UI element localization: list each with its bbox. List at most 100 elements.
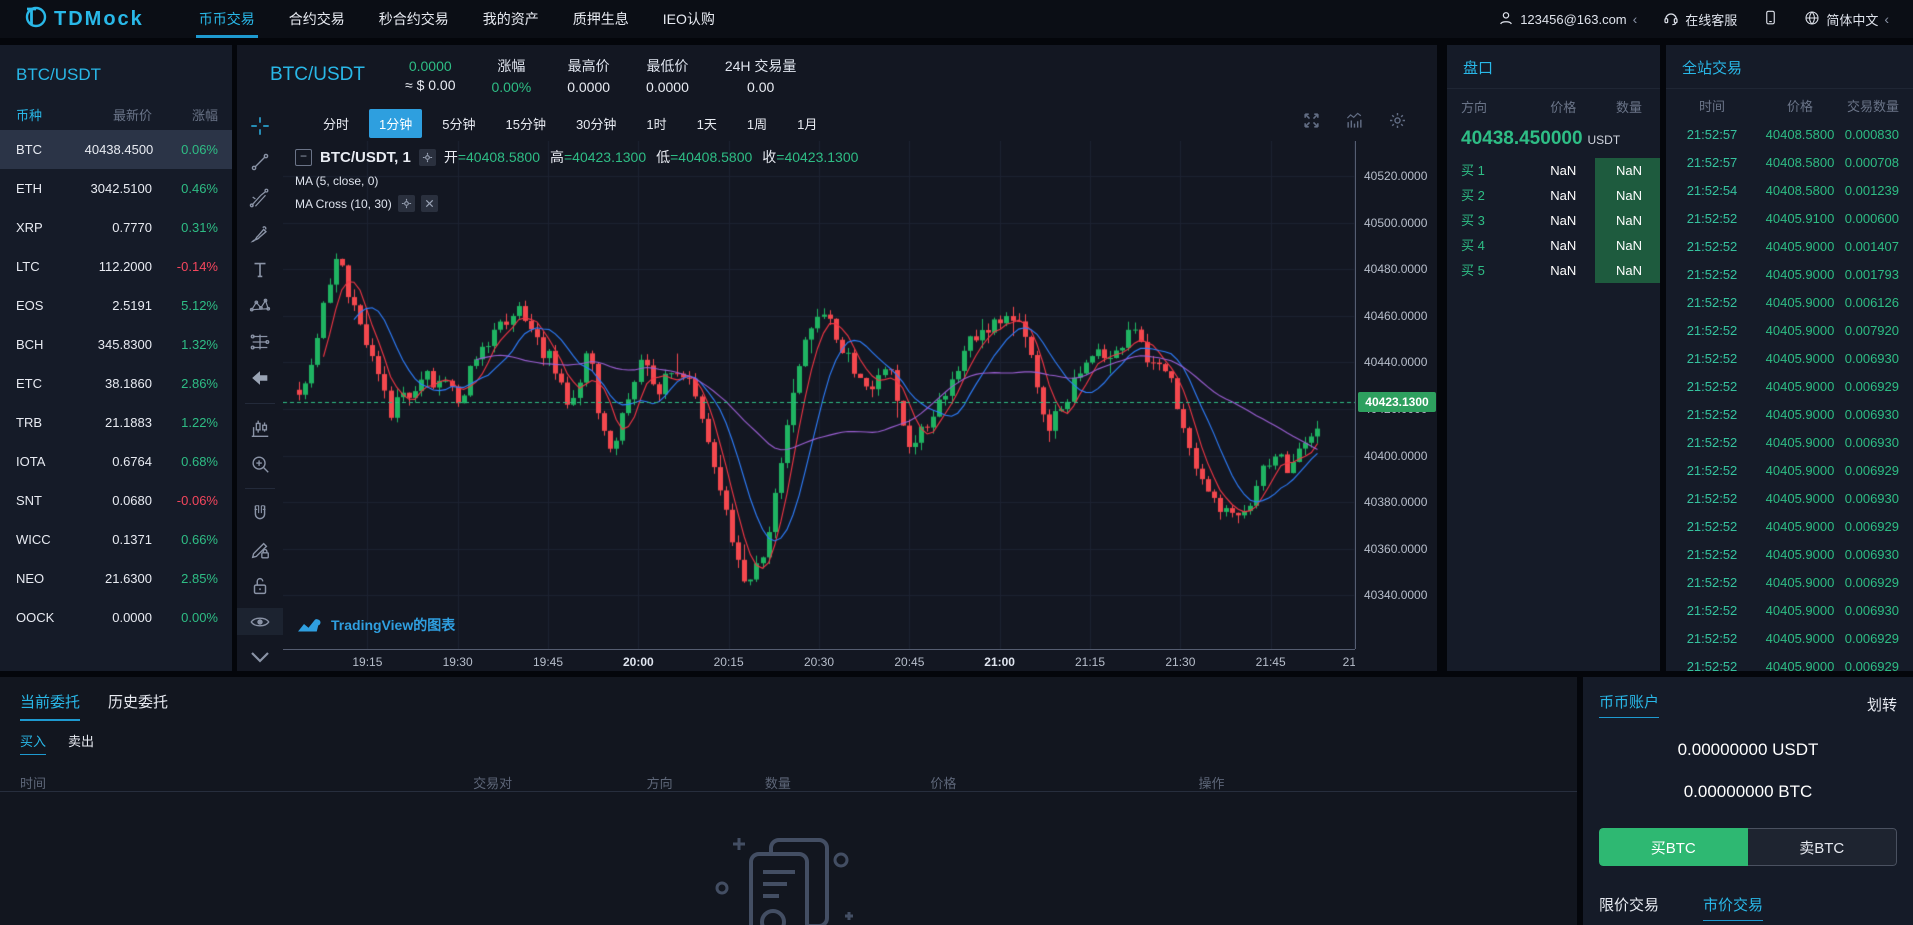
coin-row-WICC[interactable]: WICC0.13710.66% <box>0 520 232 559</box>
timeframe-5分钟[interactable]: 5分钟 <box>432 109 485 138</box>
orderbook-side: 买 1 <box>1447 158 1531 183</box>
pitchfork-icon[interactable] <box>245 185 275 212</box>
time-tick: 20:15 <box>714 655 744 669</box>
coin-price: 21.1883 <box>86 415 152 430</box>
price-tick: 40460.0000 <box>1364 309 1427 323</box>
nav-item-合约交易[interactable]: 合约交易 <box>272 0 362 38</box>
coin-row-EOS[interactable]: EOS2.51915.12% <box>0 286 232 325</box>
orderbook-row[interactable]: 买 4NaNNaN <box>1447 233 1660 258</box>
coin-row-LTC[interactable]: LTC112.2000-0.14% <box>0 247 232 286</box>
tab-当前委托[interactable]: 当前委托 <box>20 691 80 721</box>
orderbook-row[interactable]: 买 2NaNNaN <box>1447 183 1660 208</box>
language-menu[interactable]: 简体中文 ‹ <box>1804 10 1889 29</box>
brush-icon[interactable] <box>245 221 275 248</box>
trade-time: 21:52:52 <box>1666 289 1758 317</box>
text-icon[interactable] <box>245 257 275 284</box>
timeframe-1月[interactable]: 1月 <box>787 109 827 138</box>
trade-time: 21:52:52 <box>1666 653 1758 671</box>
coin-row-IOTA[interactable]: IOTA0.67640.68% <box>0 442 232 481</box>
trade-qty: 0.006929 <box>1842 625 1913 653</box>
nav-item-质押生息[interactable]: 质押生息 <box>556 0 646 38</box>
sell-btc-button[interactable]: 卖BTC <box>1748 828 1898 866</box>
price-tick: 40500.0000 <box>1364 216 1427 230</box>
timeframe-1分钟[interactable]: 1分钟 <box>369 109 422 138</box>
timeframe-分时[interactable]: 分时 <box>313 109 359 138</box>
indicator-close-icon[interactable] <box>421 195 438 212</box>
stat-3: 24H 交易量0.00 <box>725 56 797 95</box>
chevron-down-icon[interactable] <box>245 644 275 671</box>
subtab-买入[interactable]: 买入 <box>20 731 46 755</box>
trade-qty: 0.006929 <box>1842 513 1913 541</box>
eye-icon[interactable] <box>237 608 283 635</box>
coin-row-TRB[interactable]: TRB21.18831.22% <box>0 403 232 442</box>
zoom-in-icon[interactable] <box>245 450 275 477</box>
tradingview-attribution[interactable]: TradingView的图表 <box>297 615 455 635</box>
orders-table-divider <box>0 791 1577 792</box>
candlestick-canvas[interactable] <box>283 141 1355 649</box>
indicator-gear-icon[interactable] <box>398 195 415 212</box>
trade-price: 40405.9000 <box>1758 653 1842 671</box>
price-axis[interactable]: 40520.000040500.000040480.000040460.0000… <box>1355 141 1438 649</box>
buy-btc-button[interactable]: 买BTC <box>1599 828 1748 866</box>
orderbook-row[interactable]: 买 5NaNNaN <box>1447 258 1660 283</box>
nav-item-IEO认购[interactable]: IEO认购 <box>646 0 732 38</box>
legend-collapse-icon[interactable]: − <box>295 149 312 166</box>
magnet-icon[interactable] <box>245 500 275 527</box>
time-axis[interactable]: 19:1519:3019:4520:0020:1520:3020:4521:00… <box>283 649 1355 672</box>
coin-row-OOCK[interactable]: OOCK0.00000.00% <box>0 598 232 637</box>
coin-row-ETH[interactable]: ETH3042.51000.46% <box>0 169 232 208</box>
orders-header-交易对: 交易对 <box>473 773 512 792</box>
transfer-link[interactable]: 划转 <box>1867 694 1897 715</box>
online-support[interactable]: 在线客服 <box>1663 10 1737 29</box>
forecast-icon[interactable] <box>245 329 275 356</box>
nav-item-我的资产[interactable]: 我的资产 <box>466 0 556 38</box>
coin-row-XRP[interactable]: XRP0.77700.31% <box>0 208 232 247</box>
stat-label: 最低价 <box>646 56 689 76</box>
timeframe-1天[interactable]: 1天 <box>687 109 727 138</box>
coin-row-BCH[interactable]: BCH345.83001.32% <box>0 325 232 364</box>
chart-settings-gear-icon[interactable] <box>1388 111 1407 135</box>
trade-price: 40405.9000 <box>1758 597 1842 625</box>
timeframe-30分钟[interactable]: 30分钟 <box>566 109 626 138</box>
trade-price: 40408.5800 <box>1758 149 1842 177</box>
fullscreen-icon[interactable] <box>1302 111 1321 135</box>
arrow-left-icon[interactable] <box>245 365 275 392</box>
timeframe-1时[interactable]: 1时 <box>636 109 676 138</box>
tab-spot-account[interactable]: 币币账户 <box>1599 691 1659 718</box>
tab-市价交易[interactable]: 市价交易 <box>1703 894 1763 921</box>
indicator-icon[interactable] <box>245 415 275 442</box>
crosshair-icon[interactable] <box>245 113 275 140</box>
tab-历史委托[interactable]: 历史委托 <box>108 691 168 721</box>
coin-row-ETC[interactable]: ETC38.18602.86% <box>0 364 232 403</box>
coin-row-BTC[interactable]: BTC40438.45000.06% <box>0 130 232 169</box>
legend-gear-icon[interactable] <box>419 149 436 166</box>
indicator-ma-cross: MA Cross (10, 30) <box>295 195 858 212</box>
orderbook-row[interactable]: 买 1NaNNaN <box>1447 158 1660 183</box>
chart-plot[interactable]: − BTC/USDT, 1 开=40408.5800高=40423.1300低=… <box>283 141 1355 649</box>
orderbook-row[interactable]: 买 3NaNNaN <box>1447 208 1660 233</box>
time-tick: 21:15 <box>1075 655 1105 669</box>
coin-row-SNT[interactable]: SNT0.0680-0.06% <box>0 481 232 520</box>
coin-change: 0.68% <box>152 454 232 469</box>
trend-line-icon[interactable] <box>245 149 275 176</box>
app-download[interactable] <box>1763 9 1778 29</box>
user-menu[interactable]: 123456@163.com ‹ <box>1498 10 1637 29</box>
tab-限价交易[interactable]: 限价交易 <box>1599 894 1659 921</box>
coin-row-NEO[interactable]: NEO21.63002.85% <box>0 559 232 598</box>
timeframe-15分钟[interactable]: 15分钟 <box>495 109 555 138</box>
trade-qty: 0.000708 <box>1842 149 1913 177</box>
subtab-卖出[interactable]: 卖出 <box>68 731 94 755</box>
logo[interactable]: TDMock <box>22 4 144 35</box>
timeframe-1周[interactable]: 1周 <box>737 109 777 138</box>
orderbook-title: 盘口 <box>1447 45 1660 89</box>
trade-time: 21:52:52 <box>1666 261 1758 289</box>
pattern-icon[interactable] <box>245 293 275 320</box>
nav-item-秒合约交易[interactable]: 秒合约交易 <box>362 0 466 38</box>
nav-item-币币交易[interactable]: 币币交易 <box>182 0 272 38</box>
edit-lock-icon[interactable] <box>245 536 275 563</box>
price-tick: 40340.0000 <box>1364 588 1427 602</box>
orders-table-headers: 时间交易对方向数量价格操作 <box>0 769 1577 797</box>
coin-change: 0.00% <box>152 610 232 625</box>
chart-style-icon[interactable] <box>1345 111 1364 135</box>
unlock-icon[interactable] <box>245 572 275 599</box>
